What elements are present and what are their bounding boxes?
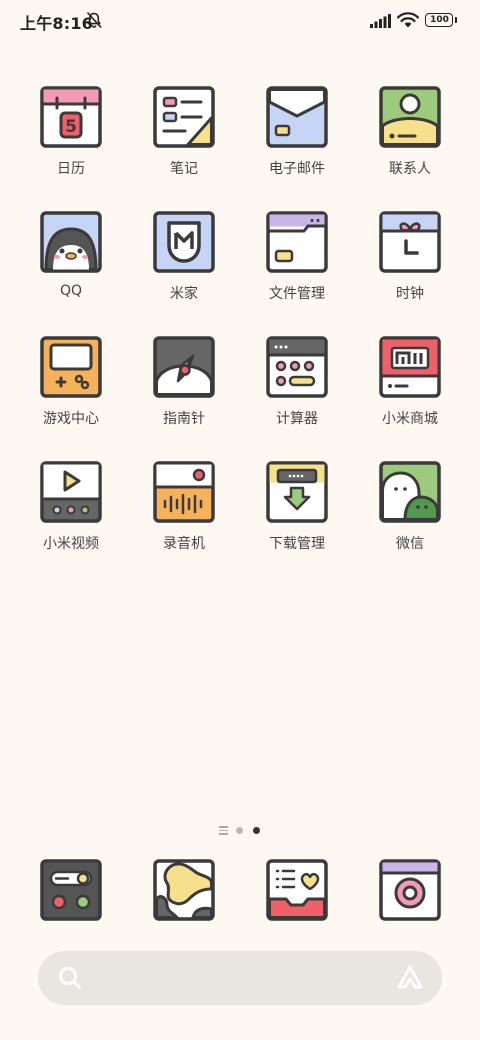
app-downloads[interactable]: 下载管理 xyxy=(242,461,352,571)
wechat-icon xyxy=(379,461,441,523)
status-time: 上午8:16 xyxy=(20,14,93,33)
wifi-icon xyxy=(397,12,419,28)
calendar-icon: 5 xyxy=(40,86,102,148)
app-recorder[interactable]: 录音机 xyxy=(129,461,239,571)
penguin-icon xyxy=(40,211,102,273)
app-label: 小米商城 xyxy=(382,411,438,427)
app-label: 米家 xyxy=(170,286,198,302)
app-label: 计算器 xyxy=(276,411,318,427)
app-label: 联系人 xyxy=(389,161,431,177)
app-label: 小米视频 xyxy=(43,536,99,552)
app-label: 日历 xyxy=(57,161,85,177)
app-label: 微信 xyxy=(396,536,424,552)
clock-icon xyxy=(379,211,441,273)
bell-muted-icon xyxy=(86,11,102,29)
app-label: 时钟 xyxy=(396,286,424,302)
gamepad-icon xyxy=(40,336,102,398)
envelope-icon xyxy=(266,86,328,148)
calendar-day: 5 xyxy=(65,117,77,137)
app-label: 游戏中心 xyxy=(43,411,99,427)
app-notes[interactable]: 笔记 xyxy=(129,86,239,196)
compass-icon xyxy=(153,336,215,398)
signal-icon xyxy=(370,14,391,28)
messages-icon xyxy=(266,859,328,921)
contacts-icon xyxy=(379,86,441,148)
app-label: 电子邮件 xyxy=(269,161,325,177)
recorder-icon xyxy=(153,461,215,523)
app-games[interactable]: 游戏中心 xyxy=(16,336,126,446)
search-icon[interactable] xyxy=(57,965,83,991)
settings-icon xyxy=(40,859,102,921)
app-wechat[interactable]: 微信 xyxy=(355,461,465,571)
voice-assistant-icon[interactable] xyxy=(396,964,424,992)
battery-indicator: 100 xyxy=(425,13,457,27)
page-dot-2-active xyxy=(253,827,260,834)
app-calendar[interactable]: 5 日历 xyxy=(16,86,126,196)
app-mijia[interactable]: 米家 xyxy=(129,211,239,321)
app-email[interactable]: 电子邮件 xyxy=(242,86,352,196)
app-label: QQ xyxy=(59,283,83,299)
gallery-icon xyxy=(153,859,215,921)
feed-page-indicator xyxy=(219,826,228,835)
app-label: 笔记 xyxy=(170,161,198,177)
app-label: 录音机 xyxy=(163,536,205,552)
app-mistore[interactable]: 小米商城 xyxy=(355,336,465,446)
mi-store-icon xyxy=(379,336,441,398)
battery-level: 100 xyxy=(430,15,449,25)
app-qq[interactable]: QQ xyxy=(16,211,126,321)
video-player-icon xyxy=(40,461,102,523)
dock-messages[interactable] xyxy=(266,859,328,921)
app-clock[interactable]: 时钟 xyxy=(355,211,465,321)
app-calculator[interactable]: 计算器 xyxy=(242,336,352,446)
calculator-icon xyxy=(266,336,328,398)
dock-settings[interactable] xyxy=(40,859,102,921)
status-bar: 上午8:16 100 xyxy=(0,0,480,40)
dock-gallery[interactable] xyxy=(153,859,215,921)
page-dot-1 xyxy=(236,827,243,834)
folder-icon xyxy=(266,211,328,273)
camera-icon xyxy=(379,859,441,921)
download-icon xyxy=(266,461,328,523)
app-label: 下载管理 xyxy=(269,536,325,552)
app-contacts[interactable]: 联系人 xyxy=(355,86,465,196)
app-video[interactable]: 小米视频 xyxy=(16,461,126,571)
app-compass[interactable]: 指南针 xyxy=(129,336,239,446)
notes-icon xyxy=(153,86,215,148)
app-files[interactable]: 文件管理 xyxy=(242,211,352,321)
app-label: 文件管理 xyxy=(269,286,325,302)
mijia-icon xyxy=(153,211,215,273)
page-indicator[interactable] xyxy=(0,822,480,838)
app-label: 指南针 xyxy=(163,411,205,427)
dock-camera[interactable] xyxy=(379,859,441,921)
search-bar[interactable] xyxy=(38,951,442,1005)
